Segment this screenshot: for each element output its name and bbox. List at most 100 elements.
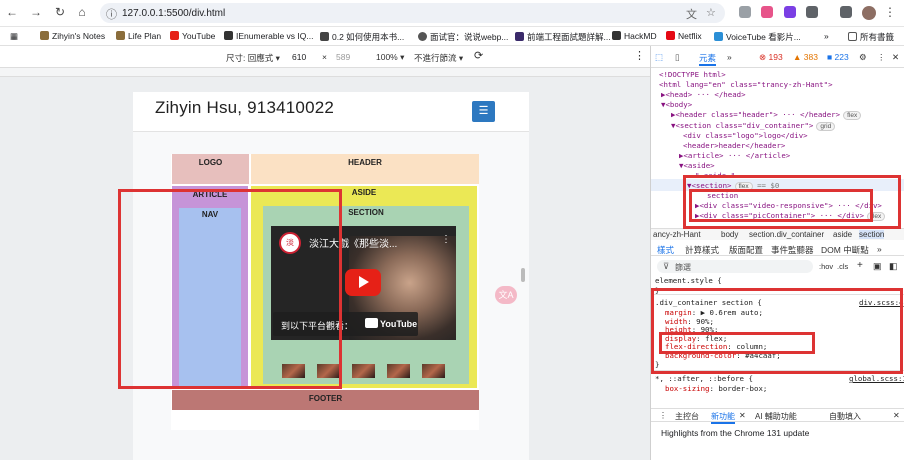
bookmark-star-icon[interactable]: ☆ [706, 6, 716, 19]
cls-toggle[interactable]: .cls [837, 262, 848, 271]
warning-count[interactable]: ▲ 383 [793, 52, 818, 62]
header-label: HEADER [348, 158, 382, 167]
dom-node-text: ▶<header class="header"> ··· </header> [671, 110, 841, 120]
site-info-icon[interactable]: ⓘ [106, 6, 117, 22]
bookmark-item[interactable]: Netflix [666, 31, 702, 41]
universal-selector[interactable]: *, ::after, ::before { [655, 374, 753, 383]
tab-dom-breakpoints[interactable]: DOM 中斷點 [821, 244, 869, 256]
bookmark-item[interactable]: HackMD [612, 31, 657, 41]
close-icon[interactable]: ✕ [892, 52, 899, 63]
bookmark-item[interactable]: VoiceTube 看影片... [714, 31, 801, 43]
reload-icon[interactable]: ↻ [52, 5, 68, 19]
bookmark-item[interactable]: Zihyin's Notes [40, 31, 105, 41]
translate-badge[interactable]: 文A [495, 286, 517, 304]
size-dropdown[interactable]: 尺寸: 回應式 ▾ [226, 52, 280, 64]
tab-autofill[interactable]: 自動填入 [829, 411, 861, 422]
apps-grid-icon[interactable]: ▦ [10, 31, 18, 42]
close-tab-icon[interactable]: ✕ [739, 411, 746, 420]
tab-layout[interactable]: 版面配置 [729, 244, 763, 256]
drawer-close-icon[interactable]: ✕ [893, 411, 900, 420]
breadcrumb-item[interactable]: aside [833, 230, 852, 239]
dom-node-line[interactable]: <header>header</header> [683, 141, 785, 150]
hamburger-menu-button[interactable]: ☰ [472, 101, 495, 122]
reading-list-icon[interactable] [840, 6, 852, 18]
devtools-more-icon[interactable]: ⋮ [877, 52, 886, 63]
play-button[interactable] [345, 269, 381, 296]
hackmd-icon [612, 31, 621, 40]
issue-count[interactable]: ■ 223 [827, 52, 849, 62]
dom-node-line[interactable]: ▶<article> ··· </article> [679, 151, 790, 160]
extension-icon[interactable] [761, 6, 773, 18]
hov-toggle[interactable]: :hov [819, 262, 833, 271]
throttle-dropdown[interactable]: 不進行節流 ▾ [414, 52, 463, 64]
tab-computed[interactable]: 計算樣式 [685, 244, 719, 256]
dom-node-line[interactable]: ▶<head> ··· </head> [661, 90, 746, 99]
tab-styles[interactable]: 樣式 [657, 244, 674, 256]
sidebar-toggle-icon[interactable]: ◧ [889, 261, 898, 272]
bookmark-label: IEnumerable vs IQ... [236, 31, 314, 41]
video-menu-icon[interactable]: ⋮ [441, 234, 451, 245]
device-toggle-icon[interactable]: ▯ [675, 52, 680, 63]
computed-toggle-icon[interactable]: ▣ [873, 261, 882, 272]
error-count[interactable]: ⊗ 193 [759, 52, 783, 63]
styles-filter-row: ⊽ 篩選 :hov .cls + ▣ ◧ [651, 260, 904, 274]
tab-event-listeners[interactable]: 事件監聽器 [771, 244, 814, 256]
universal-source-link[interactable]: global.scss:1 [849, 374, 904, 383]
highlight-box-children [689, 189, 873, 222]
menu-kebab-icon[interactable]: ⋮ [884, 5, 896, 19]
dom-node-line[interactable]: ▼<body> [661, 100, 692, 109]
inspect-icon[interactable]: ⬚ [655, 52, 663, 63]
tab-more[interactable]: » [727, 52, 732, 62]
avatar[interactable] [862, 6, 876, 20]
drawer-menu-icon[interactable]: ⋮ [659, 411, 667, 420]
layout-badge[interactable]: grid [816, 121, 836, 131]
breadcrumb-item[interactable]: ancy-zh-Hant [653, 230, 701, 239]
back-icon[interactable]: ← [4, 5, 20, 19]
new-rule-button[interactable]: + [857, 260, 863, 271]
bookmark-item[interactable]: Life Plan [116, 31, 161, 41]
dom-node-line[interactable]: ▼<section class="div_container"> grid [671, 121, 836, 131]
width-input[interactable]: 610 [288, 50, 318, 64]
youtube-icon [170, 31, 179, 40]
forward-icon[interactable]: → [28, 5, 44, 19]
browser-toolbar: ← → ↻ ⌂ ⓘ 127.0.0.1:5500/div.html 文 ☆ ⋮ [0, 0, 904, 27]
layout-badge[interactable]: flex [843, 111, 862, 121]
tab-whats-new[interactable]: 新功能 [711, 411, 735, 424]
home-icon[interactable]: ⌂ [74, 5, 90, 19]
breadcrumb-item[interactable]: body [721, 230, 738, 239]
bookmarks-more-button[interactable]: » [824, 31, 829, 41]
settings-icon[interactable]: ⚙ [859, 52, 867, 63]
device-more-icon[interactable]: ⋮ [634, 49, 645, 62]
dom-node-line[interactable]: <div class="logo">logo</div> [683, 131, 808, 140]
breadcrumb-item-selected[interactable]: section [859, 230, 885, 239]
tab-ai-assistance[interactable]: AI 輔助功能 [755, 411, 797, 422]
height-input[interactable]: 589 [332, 50, 362, 64]
element-style-selector[interactable]: element.style { [655, 276, 722, 285]
all-bookmarks-button[interactable]: 所有書籤 [848, 31, 894, 43]
bookmark-item[interactable]: 面试官：说说webp... [418, 31, 508, 43]
url-text[interactable]: 127.0.0.1:5500/div.html [122, 8, 225, 19]
dom-node-line[interactable]: ▼<aside> [679, 161, 715, 170]
extension-icon[interactable] [784, 6, 796, 18]
address-bar[interactable]: ⓘ 127.0.0.1:5500/div.html 文 ☆ [100, 3, 725, 23]
bookmark-item[interactable]: IEnumerable vs IQ... [224, 31, 313, 41]
extension-icon[interactable] [739, 6, 751, 18]
bookmark-item[interactable]: 前端工程面試題詳解... [515, 31, 611, 43]
dom-node-line[interactable]: <html lang="en" class="trancy-zh-Hant"> [659, 80, 833, 89]
extensions-puzzle-icon[interactable] [806, 6, 818, 18]
dom-node-line[interactable]: <!DOCTYPE html> [659, 70, 726, 79]
dom-node-line[interactable]: ▶<header class="header"> ··· </header> fl… [671, 110, 862, 121]
tab-console[interactable]: 主控台 [675, 411, 699, 422]
resize-handle[interactable] [521, 268, 525, 282]
bookmark-item[interactable]: YouTube [170, 31, 215, 41]
zoom-dropdown[interactable]: 100% ▾ [376, 52, 404, 63]
tab-elements[interactable]: 元素 [699, 52, 717, 66]
rotate-icon[interactable]: ⟳ [474, 49, 483, 62]
bookmark-item[interactable]: 0.2 如何使用本书... [320, 31, 404, 43]
universal-declaration[interactable]: box-sizing: border-box; [665, 384, 767, 393]
pic-thumbnail [352, 364, 375, 378]
filter-input[interactable]: ⊽ 篩選 [657, 260, 813, 273]
breadcrumb-item[interactable]: section.div_container [749, 230, 824, 239]
tab-more[interactable]: » [877, 244, 882, 254]
translate-icon[interactable]: 文 [686, 6, 697, 22]
